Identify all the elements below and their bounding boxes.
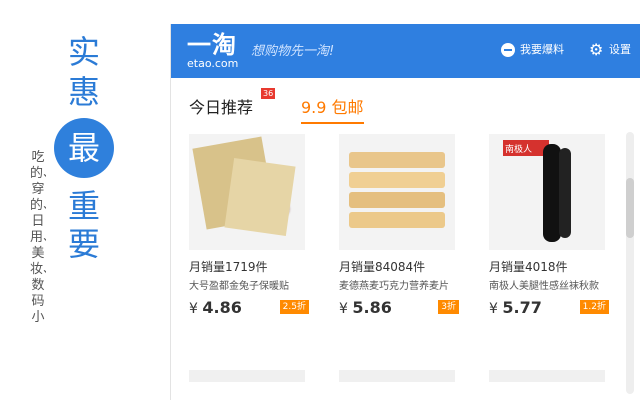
promo-char-1: 实 [67, 33, 100, 71]
promo-char-4: 重 [67, 187, 100, 225]
product-name[interactable]: 大号盈都金兔子保暖贴 [189, 277, 309, 292]
chat-icon [501, 43, 515, 57]
tab-deal-label: 9.9 包邮 [301, 98, 364, 117]
product-price: ¥ 4.86 [189, 298, 242, 317]
product-image[interactable]: 南极人 [489, 134, 605, 250]
tab-today-label: 今日推荐 [189, 98, 254, 117]
tab-today[interactable]: 今日推荐 36 [189, 88, 276, 118]
promo-vertical-text: 吃的、穿的、日用、美妆、数码小 [30, 150, 46, 325]
price-value: 5.77 [502, 298, 542, 317]
tab-bar: 今日推荐 36 9.9 包邮 [171, 78, 640, 124]
product-price: ¥ 5.86 [339, 298, 392, 317]
report-button[interactable]: 我要爆料 [501, 42, 564, 58]
next-row-peek [189, 370, 305, 382]
product-name[interactable]: 南极人美腿性感丝袜秋款 [489, 277, 609, 292]
product-sales: 月销量1719件 [189, 260, 268, 274]
scrollbar[interactable] [626, 132, 634, 394]
product-image-text: はる [237, 189, 294, 222]
logo-cn: 一淘 [187, 31, 237, 59]
promo-char-2: 惠 [67, 73, 100, 111]
tab-today-badge: 36 [261, 88, 276, 99]
promo-highlight-circle: 最 [54, 118, 114, 178]
product-sales: 月销量84084件 [339, 260, 426, 274]
discount-badge: 3折 [438, 300, 459, 314]
currency: ¥ [189, 301, 198, 317]
next-row-peek [339, 370, 455, 382]
settings-button[interactable]: ⚙ 设置 [589, 42, 631, 58]
price-value: 5.86 [352, 298, 392, 317]
product-name[interactable]: 麦德燕麦巧克力营养麦片 [339, 277, 459, 292]
scrollbar-thumb[interactable] [626, 178, 634, 238]
brand-label: 南极人 [505, 145, 533, 155]
product-image[interactable] [339, 134, 455, 250]
logo-en: etao.com [187, 57, 239, 70]
tab-deal[interactable]: 9.9 包邮 [301, 94, 364, 124]
slogan: 想购物先一淘! [251, 44, 335, 59]
report-label: 我要爆料 [520, 43, 564, 56]
price-value: 4.86 [202, 298, 242, 317]
stocking-leg [559, 148, 571, 238]
etao-logo[interactable]: 一淘 etao.com [187, 32, 238, 70]
product-card[interactable]: 南极人 月销量4018件 南极人美腿性感丝袜秋款 ¥ 5.77 1.2折 [489, 134, 609, 317]
product-image[interactable]: はる [189, 134, 305, 250]
price-row: ¥ 5.86 3折 [339, 298, 459, 317]
currency: ¥ [339, 301, 348, 317]
discount-badge: 1.2折 [579, 300, 609, 314]
promo-char-5: 要 [67, 225, 100, 263]
price-row: ¥ 4.86 2.5折 [189, 298, 309, 317]
product-price: ¥ 5.77 [489, 298, 542, 317]
product-card[interactable]: 月销量84084件 麦德燕麦巧克力营养麦片 ¥ 5.86 3折 [339, 134, 459, 317]
product-card[interactable]: はる 月销量1719件 大号盈都金兔子保暖贴 ¥ 4.86 2.5折 [189, 134, 309, 317]
etao-panel: 一淘 etao.com 想购物先一淘! 我要爆料 ⚙ 设置 今日推荐 36 9.… [170, 24, 640, 400]
discount-badge: 2.5折 [279, 300, 309, 314]
currency: ¥ [489, 301, 498, 317]
gear-icon: ⚙ [589, 40, 604, 59]
header-bar: 一淘 etao.com 想购物先一淘! 我要爆料 ⚙ 设置 [171, 24, 640, 78]
promo-column: 实 惠 最 重 要 吃的、穿的、日用、美妆、数码小 [0, 0, 168, 400]
next-row-peek [489, 370, 605, 382]
price-row: ¥ 5.77 1.2折 [489, 298, 609, 317]
product-sales: 月销量4018件 [489, 260, 568, 274]
settings-label: 设置 [609, 43, 631, 56]
